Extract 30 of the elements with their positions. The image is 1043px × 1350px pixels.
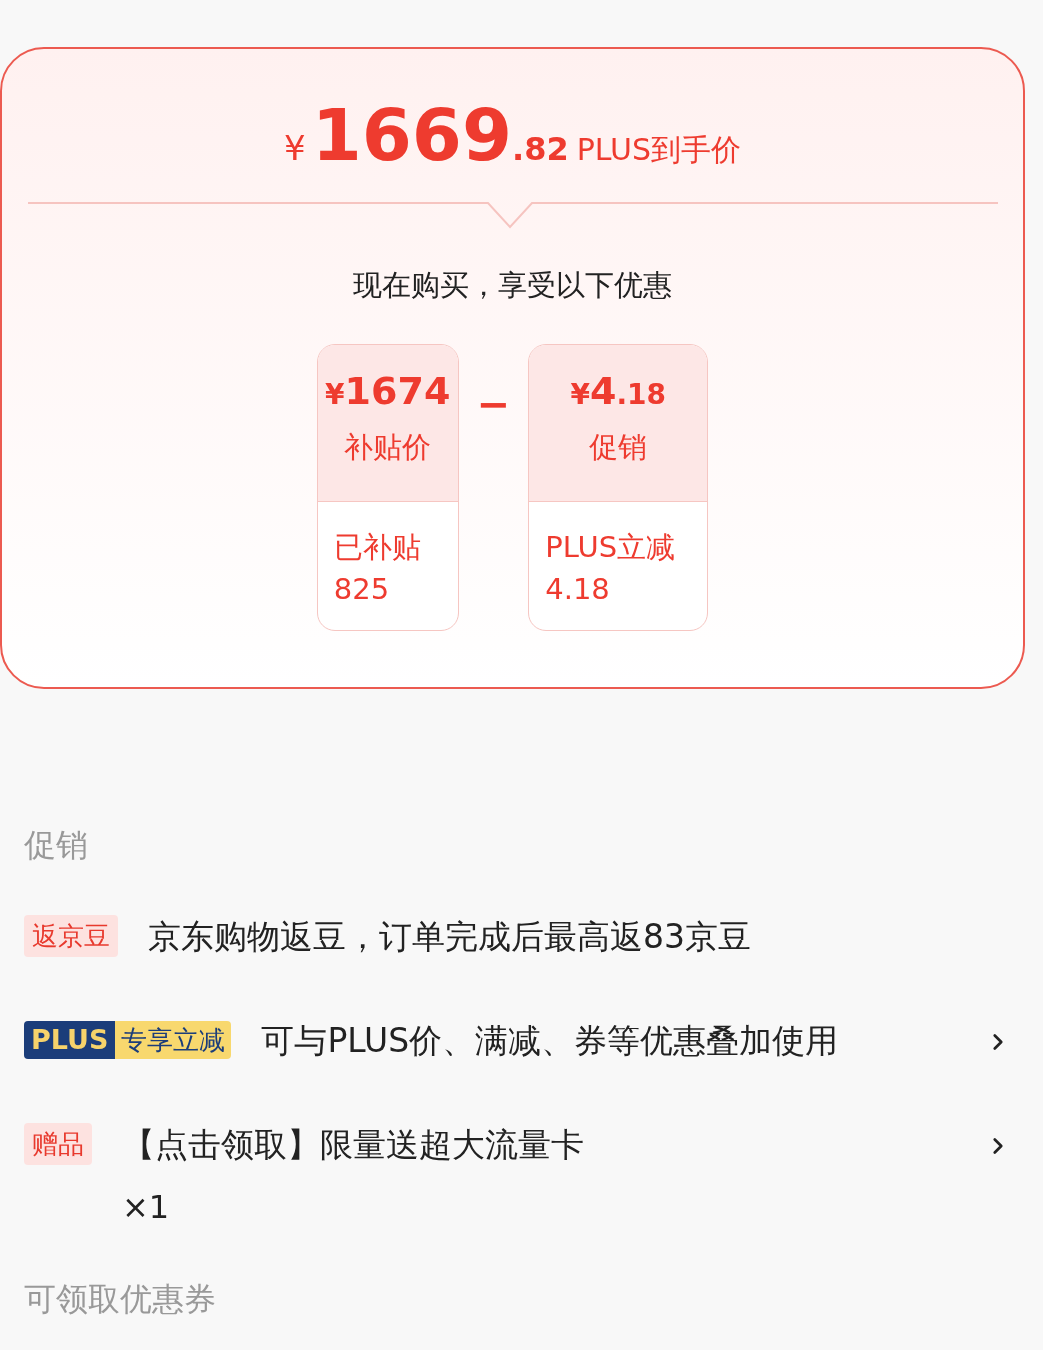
section-title: 促销	[24, 826, 88, 864]
exclusive-tag: 专享立减	[115, 1021, 232, 1059]
minus-sign: −	[476, 379, 511, 429]
discount-note: PLUS立减	[545, 528, 677, 566]
discount-decimal: .18	[616, 376, 666, 413]
discount-label: 补贴价	[344, 428, 432, 466]
currency-symbol: ¥	[570, 376, 590, 413]
section-title: 可领取优惠券	[24, 1279, 217, 1319]
discount-label: 促销	[589, 428, 648, 466]
promo-tag: 返京豆	[24, 915, 118, 957]
currency-symbol: ¥	[325, 376, 345, 413]
discount-amount: 1674	[344, 367, 451, 415]
subtitle: 现在购买，享受以下优惠	[353, 267, 672, 304]
price-decimal: .82	[512, 129, 569, 170]
promotion-text: 可与PLUS价、满减、券等优惠叠加使用	[261, 1020, 840, 1062]
quantity-text: ×1	[122, 1187, 171, 1228]
promotion-row[interactable]: 返京豆 京东购物返豆，订单完成后最高返83京豆	[24, 915, 1019, 959]
promotion-row[interactable]: 赠品 【点击领取】限量送超大流量卡 ×1	[24, 1123, 1019, 1229]
discount-note: 已补贴	[333, 528, 422, 566]
discount-value: 825	[333, 570, 391, 608]
promotion-text: 京东购物返豆，订单完成后最高返83京豆	[148, 916, 752, 958]
discount-amount: 4	[589, 367, 617, 415]
promotion-row[interactable]: PLUS 专享立减 可与PLUS价、满减、券等优惠叠加使用	[24, 1019, 1019, 1063]
promo-tag: 赠品	[24, 1123, 92, 1165]
currency-symbol: ¥	[284, 127, 306, 170]
discount-value: 4.18	[545, 570, 611, 608]
price-integer: 1669	[311, 99, 512, 171]
plus-badge: PLUS	[24, 1021, 116, 1059]
price-label: PLUS到手价	[576, 131, 741, 169]
promotion-text: 【点击领取】限量送超大流量卡	[122, 1124, 585, 1166]
